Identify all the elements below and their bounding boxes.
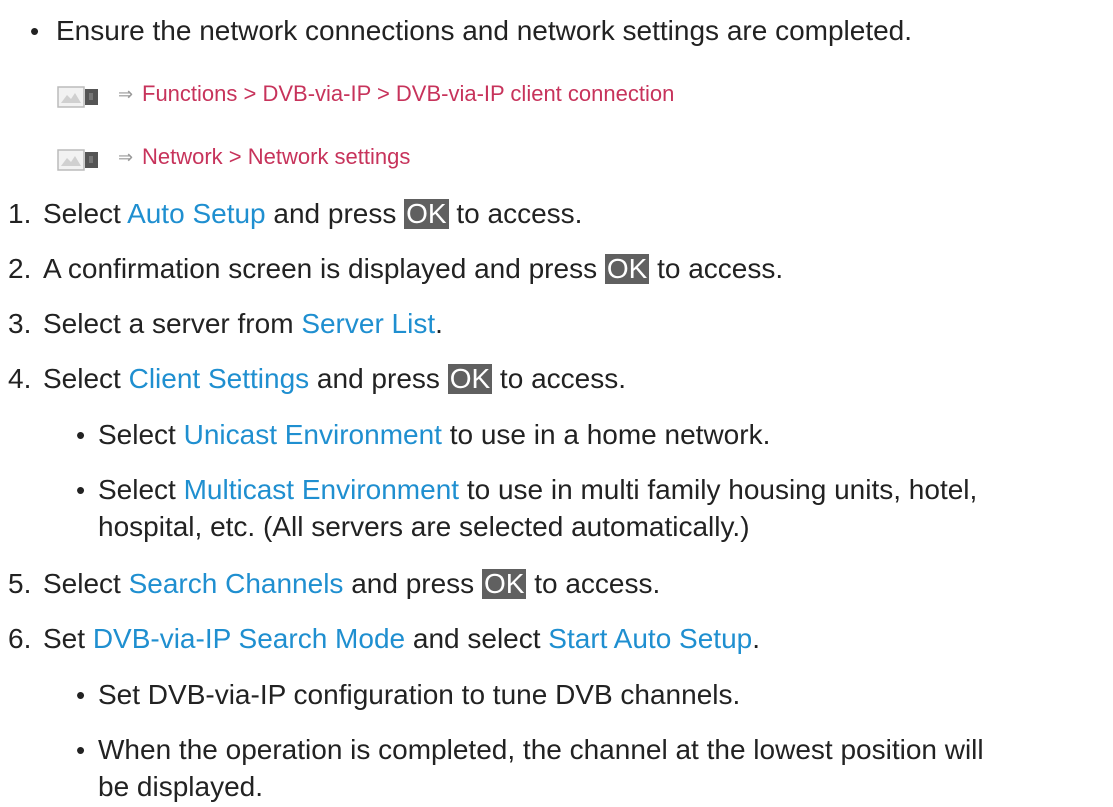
arrow-icon: ⇒	[118, 147, 134, 167]
reference-path[interactable]: Network > Network settings	[142, 140, 410, 174]
menu-link-client-settings[interactable]: Client Settings	[129, 363, 310, 394]
step-text: and select	[405, 623, 549, 654]
sub-text: Select	[98, 419, 184, 450]
step-number: 1.	[8, 198, 32, 229]
ok-key: OK	[404, 198, 449, 229]
sub-text: be displayed.	[98, 771, 264, 802]
menu-link-multicast-environment[interactable]: Multicast Environment	[184, 474, 459, 505]
step-text: A confirmation screen is displayed and p…	[43, 253, 605, 284]
step-text: and press	[309, 363, 448, 394]
bullet: •	[76, 735, 86, 765]
step-number: 3.	[8, 308, 32, 339]
step-number: 5.	[8, 568, 32, 599]
step-number: 2.	[8, 253, 32, 284]
step-number: 6.	[8, 623, 32, 654]
step-text: and press	[265, 198, 405, 229]
menu-link-search-mode[interactable]: DVB-via-IP Search Mode	[93, 623, 405, 654]
step-text: to access.	[448, 198, 583, 229]
step-number: 4.	[8, 363, 32, 394]
menu-link-server-list[interactable]: Server List	[301, 308, 435, 339]
bullet: •	[76, 475, 86, 505]
step-text: Set	[43, 623, 93, 654]
step-text: and press	[343, 568, 482, 599]
step-text: to access.	[492, 363, 626, 394]
ok-key: OK	[604, 253, 650, 284]
ok-key: OK	[481, 568, 527, 599]
menu-link-start-auto-setup[interactable]: Start Auto Setup	[548, 623, 752, 654]
step-text: .	[752, 623, 760, 654]
tv-menu-icon	[57, 86, 98, 108]
step-text: Select	[43, 363, 129, 394]
step-text: to access.	[526, 568, 661, 599]
bullet: •	[76, 420, 86, 450]
sub-text: Set DVB-via-IP configuration to tune DVB…	[98, 679, 741, 710]
sub-text: to use in a home network.	[441, 419, 771, 450]
tv-menu-icon	[57, 149, 98, 171]
step-text: Select	[43, 198, 128, 229]
bullet: •	[76, 680, 86, 710]
step-text: Select	[43, 568, 129, 599]
step-text: Select a server from	[43, 308, 302, 339]
step-text: to access.	[649, 253, 784, 284]
intro-text: Ensure the network connections and netwo…	[56, 15, 913, 46]
sub-text: When the operation is completed, the cha…	[98, 734, 984, 765]
sub-text: to use in multi family housing units, ho…	[459, 474, 978, 505]
reference-path[interactable]: Functions > DVB-via-IP > DVB-via-IP clie…	[142, 77, 674, 111]
ok-key: OK	[447, 363, 493, 394]
menu-link-search-channels[interactable]: Search Channels	[129, 568, 344, 599]
sub-text: hospital, etc. (All servers are selected…	[98, 511, 750, 542]
instruction-page: • Ensure the network connections and net…	[0, 0, 1113, 807]
bullet: •	[30, 16, 40, 46]
menu-link-unicast-environment[interactable]: Unicast Environment	[184, 419, 442, 450]
menu-link-auto-setup[interactable]: Auto Setup	[127, 198, 266, 229]
step-text: .	[435, 308, 443, 339]
arrow-icon: ⇒	[118, 84, 134, 104]
sub-text: Select	[98, 474, 184, 505]
